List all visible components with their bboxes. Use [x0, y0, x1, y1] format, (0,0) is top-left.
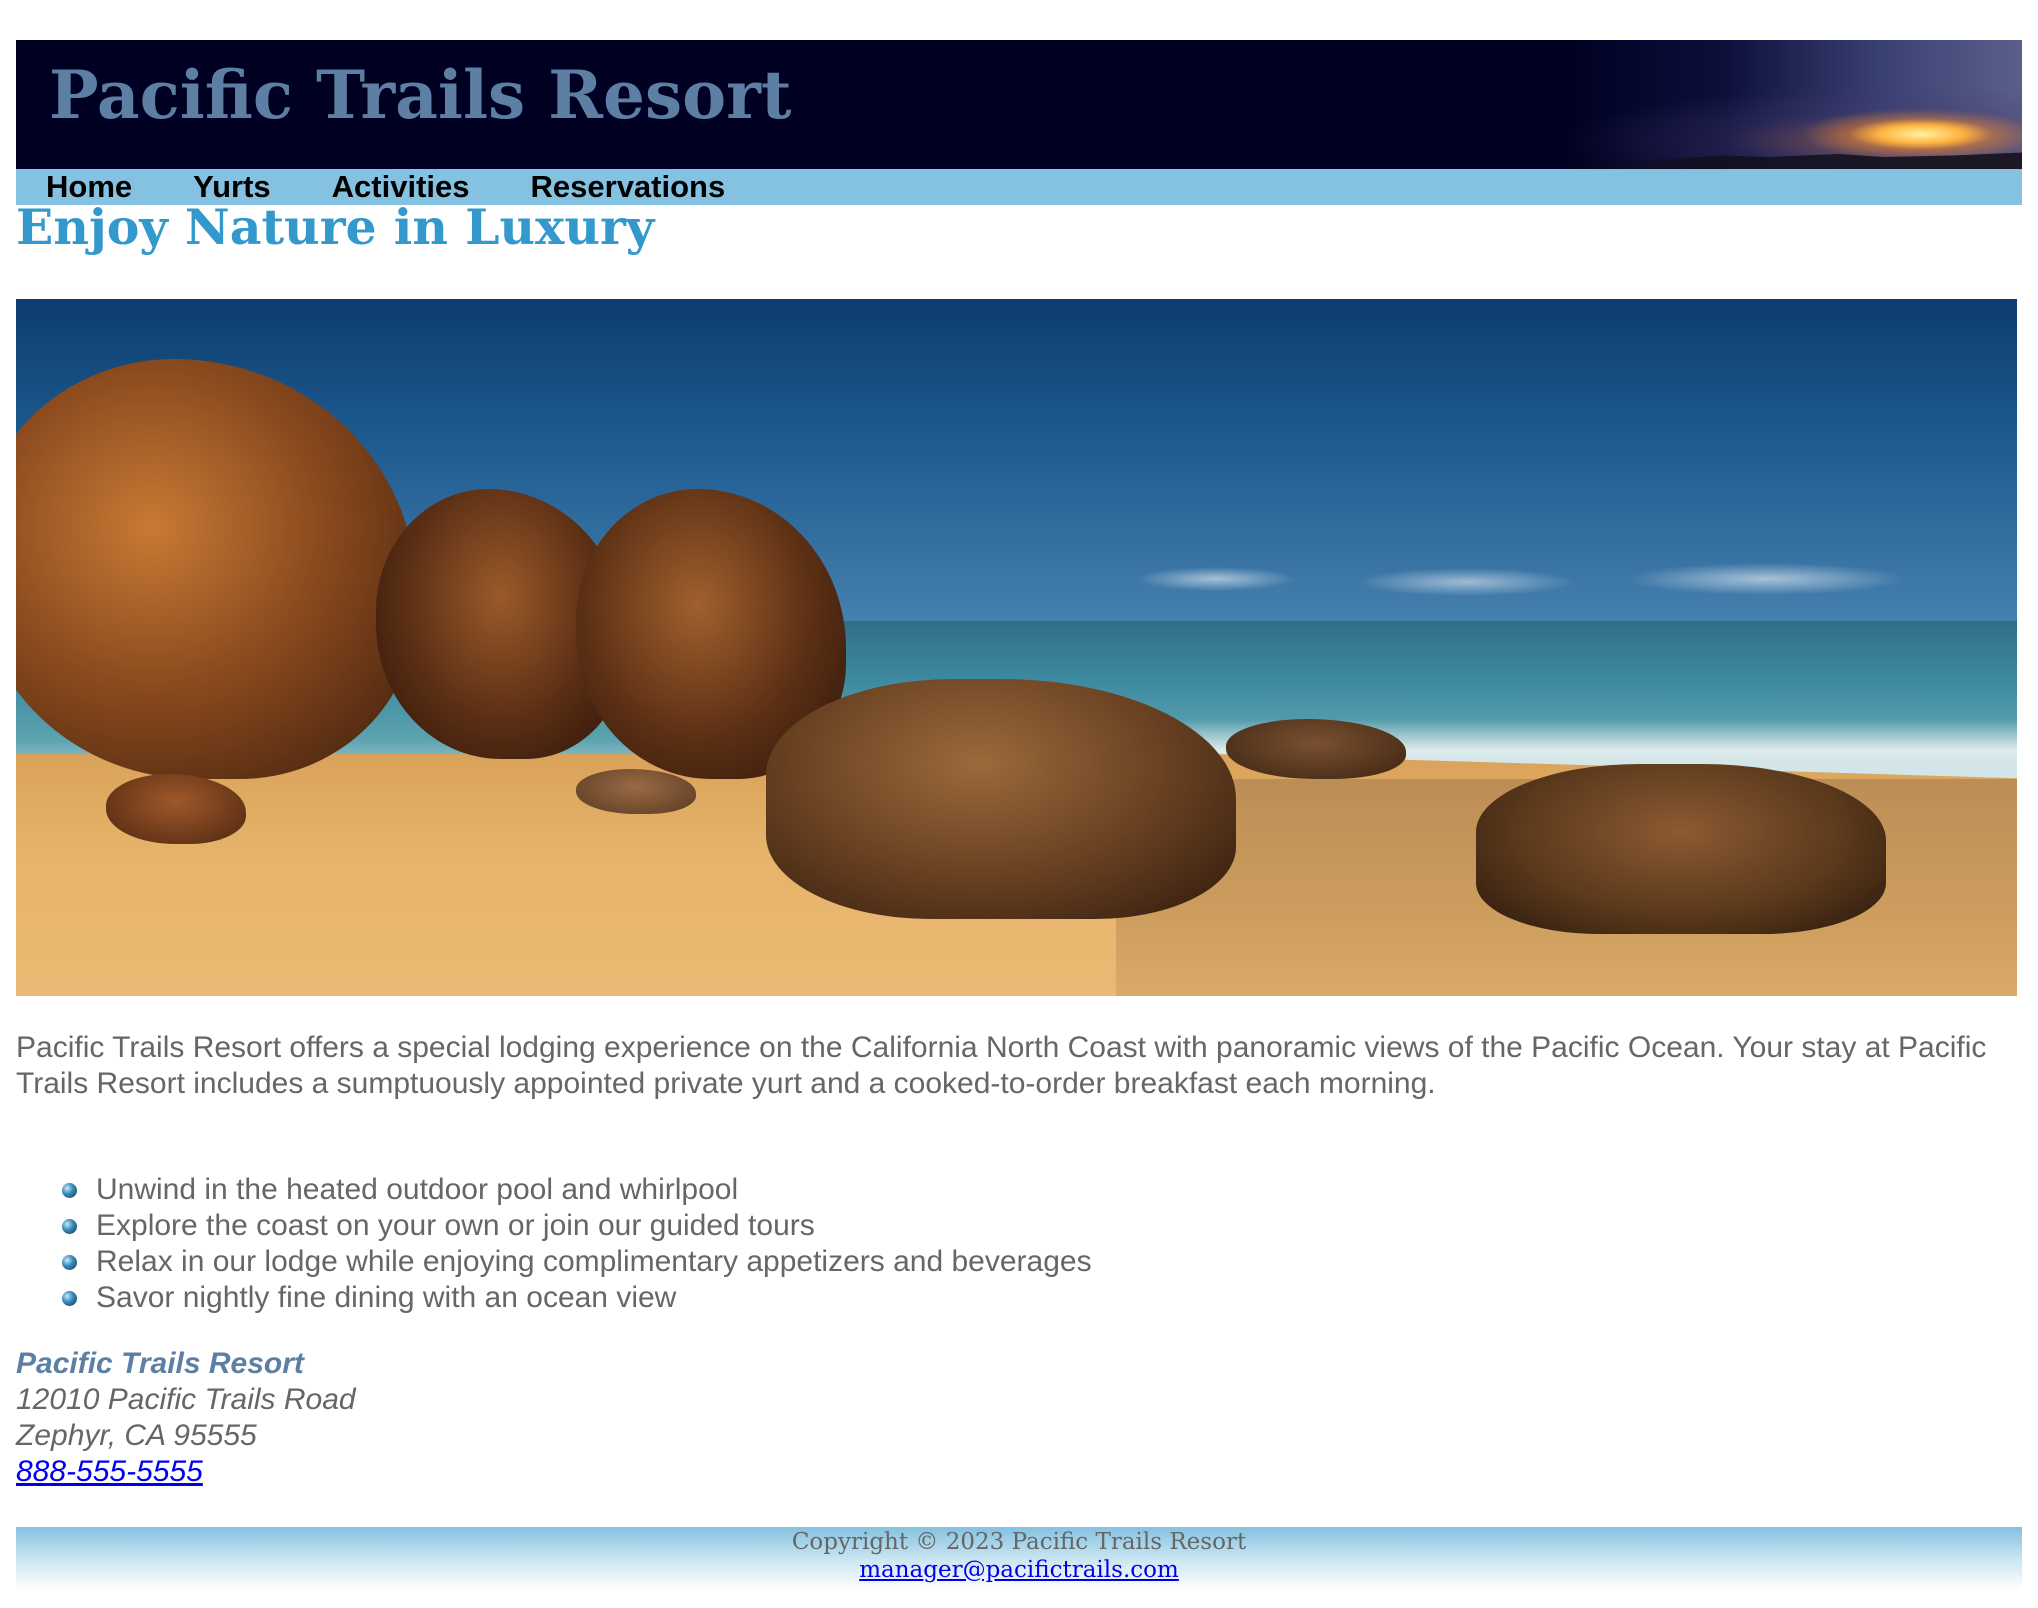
feature-text: Relax in our lodge while enjoying compli… — [96, 1245, 1092, 1278]
feature-text: Savor nightly fine dining with an ocean … — [96, 1281, 677, 1314]
intro-paragraph: Pacific Trails Resort offers a special l… — [16, 1031, 1987, 1100]
page-wrapper: Pacific Trails Resort Home Yurts Activit… — [16, 40, 2022, 205]
bullet-icon — [62, 1219, 77, 1234]
hero-rock — [16, 359, 416, 779]
address-city: Zephyr, CA 95555 — [16, 1419, 257, 1452]
page-heading: Enjoy Nature in Luxury — [16, 198, 655, 256]
list-item: Savor nightly fine dining with an ocean … — [62, 1280, 1092, 1316]
hero-rock — [1476, 764, 1886, 934]
bullet-icon — [62, 1291, 77, 1306]
address-name: Pacific Trails Resort — [16, 1347, 304, 1380]
address-street: 12010 Pacific Trails Road — [16, 1383, 356, 1416]
copyright-text: Copyright © 2023 Pacific Trails Resort — [791, 1529, 1247, 1555]
hero-rock — [766, 679, 1236, 919]
site-title[interactable]: Pacific Trails Resort — [49, 62, 791, 128]
list-item: Explore the coast on your own or join ou… — [62, 1208, 1092, 1244]
site-footer: Copyright © 2023 Pacific Trails Resort m… — [16, 1527, 2022, 1590]
feature-text: Explore the coast on your own or join ou… — [96, 1209, 815, 1242]
contact-address: Pacific Trails Resort 12010 Pacific Trai… — [16, 1346, 356, 1490]
feature-list: Unwind in the heated outdoor pool and wh… — [62, 1172, 1092, 1316]
site-header: Pacific Trails Resort — [16, 40, 2022, 169]
bullet-icon — [62, 1183, 77, 1198]
email-link[interactable]: manager@pacifictrails.com — [859, 1557, 1179, 1583]
feature-text: Unwind in the heated outdoor pool and wh… — [96, 1173, 739, 1206]
beach-coastline-image — [16, 299, 2017, 996]
list-item: Unwind in the heated outdoor pool and wh… — [62, 1172, 1092, 1208]
hero-clouds — [1016, 549, 2016, 609]
bullet-icon — [62, 1255, 77, 1270]
list-item: Relax in our lodge while enjoying compli… — [62, 1244, 1092, 1280]
phone-link[interactable]: 888-555-5555 — [16, 1454, 203, 1490]
header-sunset-image — [1562, 40, 2022, 169]
